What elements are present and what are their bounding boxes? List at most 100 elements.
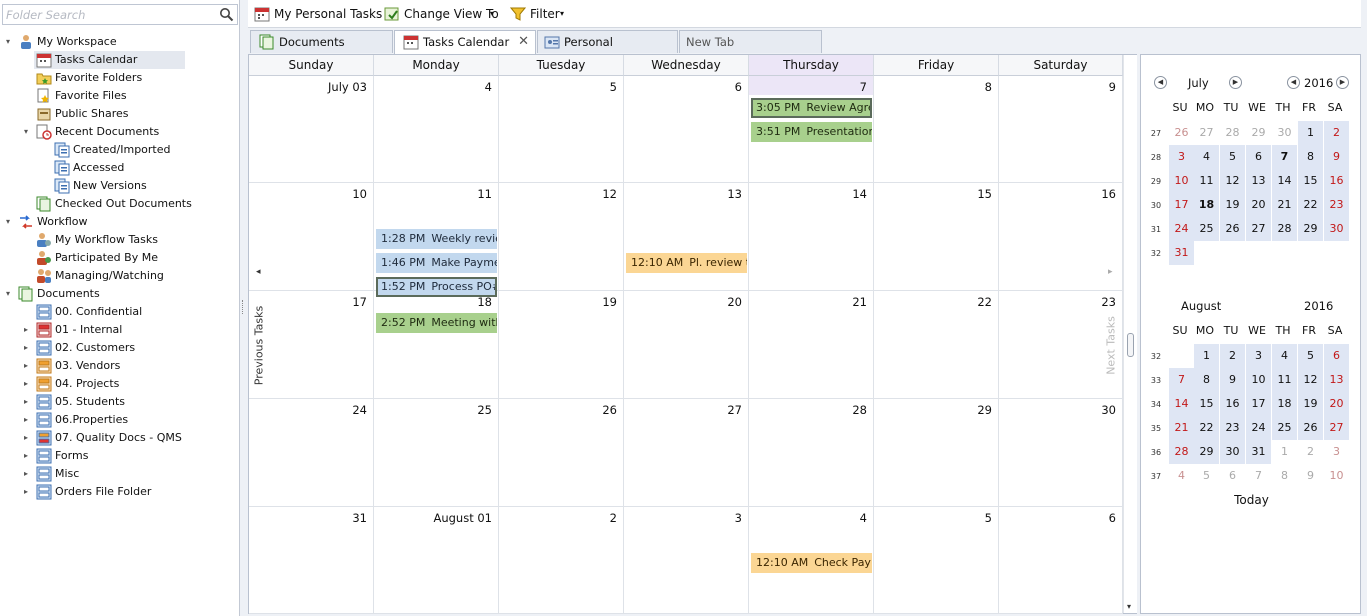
mini-day[interactable]: 7 <box>1169 368 1194 392</box>
mini-day[interactable]: 1 <box>1298 121 1323 145</box>
tree-item-managing-watching[interactable]: Managing/Watching <box>0 267 239 285</box>
expand-arrow-icon[interactable]: ▸ <box>21 465 31 483</box>
tree-item-checked-out-documents[interactable]: Checked Out Documents <box>0 195 239 213</box>
mini-day[interactable]: 25 <box>1272 416 1297 440</box>
mini-day[interactable]: 7 <box>1246 464 1271 488</box>
mini-day[interactable]: 31 <box>1169 241 1194 265</box>
day-cell[interactable]: 6 <box>999 507 1123 614</box>
splitter-grip[interactable] <box>242 300 245 314</box>
mini-day[interactable]: 11 <box>1194 169 1219 193</box>
mini-day[interactable]: 28 <box>1272 217 1297 241</box>
close-icon[interactable]: ✕ <box>518 31 529 53</box>
mini-day[interactable]: 10 <box>1169 169 1194 193</box>
day-cell[interactable]: 14 <box>749 183 874 291</box>
tree-item-documents[interactable]: ▾ Documents <box>0 285 239 303</box>
tree-item-my-workflow-tasks[interactable]: My Workflow Tasks <box>0 231 239 249</box>
prev-year-icon[interactable]: ◀ <box>1287 76 1300 89</box>
previous-tasks-button[interactable]: ◂ Previous Tasks <box>249 259 269 439</box>
tree-item-06-properties[interactable]: ▸ 06.Properties <box>0 411 239 429</box>
tree-item-00-confidential[interactable]: 00. Confidential <box>0 303 239 321</box>
mini-day[interactable]: 3 <box>1246 344 1271 368</box>
mini-day[interactable]: 27 <box>1324 416 1349 440</box>
mini-day[interactable]: 12 <box>1220 169 1245 193</box>
tree-item-recent-documents[interactable]: ▾ Recent Documents <box>0 123 239 141</box>
mini-day[interactable]: 20 <box>1324 392 1349 416</box>
next-month-icon[interactable]: ▶ <box>1229 76 1242 89</box>
mini-day[interactable]: 6 <box>1246 145 1271 169</box>
collapse-arrow-icon[interactable]: ▾ <box>3 33 13 51</box>
day-cell[interactable]: 21 <box>749 291 874 399</box>
mini-day[interactable]: 1 <box>1194 344 1219 368</box>
mini-day[interactable]: 13 <box>1246 169 1271 193</box>
mini-day[interactable]: 29 <box>1194 440 1219 464</box>
scroll-down-icon[interactable]: ▾ <box>1127 602 1131 611</box>
mini-day[interactable]: 5 <box>1298 344 1323 368</box>
mini-day[interactable]: 19 <box>1220 193 1245 217</box>
day-cell[interactable]: 12 <box>499 183 624 291</box>
panel-splitter[interactable] <box>240 0 248 616</box>
calendar-event[interactable]: 3:05 PM Review Agree <box>751 98 872 118</box>
mini-day[interactable]: 8 <box>1272 464 1297 488</box>
day-cell[interactable]: 4 <box>374 76 499 183</box>
calendar-event[interactable]: 1:46 PM Make Payment <box>376 253 497 273</box>
day-cell[interactable]: 31 <box>249 507 374 614</box>
day-cell[interactable]: 5 <box>499 76 624 183</box>
mini-day[interactable]: 15 <box>1194 392 1219 416</box>
calendar-scrollbar[interactable]: ▾ <box>1123 55 1137 613</box>
calendar-event[interactable]: 1:52 PM Process PO# <box>376 277 497 297</box>
mini-day[interactable]: 17 <box>1246 392 1271 416</box>
mini-day[interactable]: 14 <box>1272 169 1297 193</box>
mini-day[interactable]: 28 <box>1220 121 1245 145</box>
mini-day[interactable]: 29 <box>1246 121 1271 145</box>
next-year-icon[interactable]: ▶ <box>1336 76 1349 89</box>
tab-new-tab[interactable]: New Tab <box>679 30 822 53</box>
day-cell[interactable]: 2 <box>499 507 624 614</box>
mini-day[interactable]: 12 <box>1298 368 1323 392</box>
day-cell[interactable]: 29 <box>874 399 999 507</box>
expand-arrow-icon[interactable]: ▸ <box>21 393 31 411</box>
mini-day[interactable]: 8 <box>1298 145 1323 169</box>
collapse-arrow-icon[interactable]: ▾ <box>21 123 31 141</box>
mini-day[interactable]: 22 <box>1298 193 1323 217</box>
mini-day[interactable]: 3 <box>1324 440 1349 464</box>
mini-day[interactable]: 23 <box>1220 416 1245 440</box>
day-cell[interactable]: 18 <box>374 291 499 399</box>
mini-day[interactable]: 2 <box>1220 344 1245 368</box>
mini-day[interactable]: 23 <box>1324 193 1349 217</box>
mini-day[interactable]: 4 <box>1272 344 1297 368</box>
expand-arrow-icon[interactable]: ▸ <box>21 339 31 357</box>
mini-day[interactable]: 8 <box>1194 368 1219 392</box>
tree-item-favorite-folders[interactable]: Favorite Folders <box>0 69 239 87</box>
expand-arrow-icon[interactable]: ▸ <box>21 429 31 447</box>
day-cell[interactable]: 8 <box>874 76 999 183</box>
folder-search[interactable]: Folder Search <box>2 4 238 25</box>
day-cell[interactable]: 20 <box>624 291 749 399</box>
tree-item-tasks-calendar[interactable]: Tasks Calendar <box>34 51 185 69</box>
mini-day[interactable]: 6 <box>1220 464 1245 488</box>
tree-item-05-students[interactable]: ▸ 05. Students <box>0 393 239 411</box>
day-cell[interactable]: 3 <box>624 507 749 614</box>
mini-day[interactable]: 27 <box>1246 217 1271 241</box>
today-button[interactable]: Today <box>1141 493 1362 507</box>
day-cell[interactable]: 9 <box>999 76 1123 183</box>
expand-arrow-icon[interactable]: ▸ <box>21 375 31 393</box>
mini-day[interactable]: 29 <box>1298 217 1323 241</box>
day-cell[interactable]: 27 <box>624 399 749 507</box>
day-cell[interactable]: August 01 <box>374 507 499 614</box>
tree-item-workflow[interactable]: ▾ Workflow <box>0 213 239 231</box>
mini-day[interactable]: 6 <box>1324 344 1349 368</box>
mini-day[interactable]: 1 <box>1272 440 1297 464</box>
mini-day[interactable]: 10 <box>1246 368 1271 392</box>
mini-day[interactable]: 18 <box>1272 392 1297 416</box>
day-cell[interactable]: 22 <box>874 291 999 399</box>
mini-day[interactable]: 16 <box>1220 392 1245 416</box>
mini-day[interactable]: 24 <box>1169 217 1194 241</box>
day-cell[interactable]: 13 <box>624 183 749 291</box>
tab-documents[interactable]: Documents <box>250 30 393 53</box>
tab-tasks-calendar[interactable]: Tasks Calendar ✕ <box>394 30 536 54</box>
expand-arrow-icon[interactable]: ▸ <box>21 357 31 375</box>
expand-arrow-icon[interactable]: ▸ <box>21 411 31 429</box>
calendar-event[interactable]: 2:52 PM Meeting with <box>376 313 497 333</box>
day-cell[interactable]: 5 <box>874 507 999 614</box>
mini-day[interactable]: 30 <box>1220 440 1245 464</box>
